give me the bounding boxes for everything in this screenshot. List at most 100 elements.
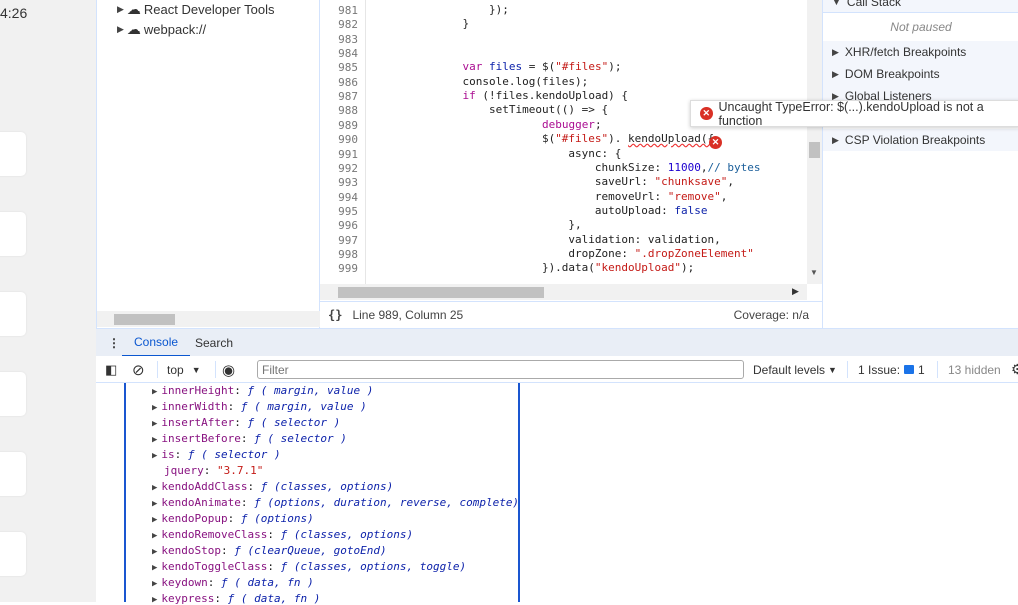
line-number[interactable]: 985 bbox=[320, 61, 358, 74]
expand-icon[interactable]: ▶ bbox=[152, 563, 157, 573]
section-dom-breakpoints[interactable]: ▶ DOM Breakpoints bbox=[823, 63, 1018, 85]
expand-icon: ▶ bbox=[117, 4, 124, 14]
debugger-sidebar: ▼ Call Stack Not paused ▶ XHR/fetch Breakp… bbox=[822, 0, 1018, 328]
expand-icon: ▶ bbox=[117, 24, 124, 34]
console-property-row[interactable]: ▶ kendoAnimate: ƒ (options, duration, rev… bbox=[152, 496, 519, 509]
expand-icon[interactable]: ▶ bbox=[152, 451, 157, 461]
line-number[interactable]: 994 bbox=[320, 191, 358, 204]
line-number[interactable]: 989 bbox=[320, 119, 358, 132]
log-levels-dropdown[interactable]: Default levels ▼ bbox=[753, 356, 837, 383]
line-number[interactable]: 999 bbox=[320, 262, 358, 275]
error-marker-icon[interactable]: ✕ bbox=[709, 136, 722, 149]
console-property-row[interactable]: ▶ insertAfter: ƒ ( selector ) bbox=[152, 416, 340, 429]
line-number[interactable]: 998 bbox=[320, 248, 358, 261]
clear-console-icon[interactable]: ⊘ bbox=[132, 356, 145, 383]
line-number[interactable]: 986 bbox=[320, 76, 358, 89]
code-line: saveUrl: "chunksave", bbox=[383, 175, 735, 189]
not-paused-label: Not paused bbox=[890, 20, 952, 34]
console-property-row[interactable]: ▶ kendoPopup: ƒ (options) bbox=[152, 512, 314, 525]
tab-console[interactable]: Console bbox=[122, 329, 191, 357]
page-card[interactable] bbox=[0, 132, 26, 176]
section-csp-breakpoints[interactable]: ▶ CSP Violation Breakpoints bbox=[823, 129, 1018, 151]
line-number[interactable]: 987 bbox=[320, 90, 358, 103]
clock: 4:26 bbox=[0, 5, 28, 21]
line-number[interactable]: 993 bbox=[320, 176, 358, 189]
page-card[interactable] bbox=[0, 372, 26, 416]
console-property-row[interactable]: ▶ kendoRemoveClass: ƒ (classes, options) bbox=[152, 528, 413, 541]
settings-gear-icon[interactable]: ⚙ bbox=[1011, 356, 1018, 383]
expand-icon[interactable]: ▶ bbox=[152, 387, 157, 397]
expand-icon[interactable]: ▶ bbox=[152, 515, 157, 525]
console-property-row[interactable]: ▶ kendoStop: ƒ (clearQueue, gotoEnd) bbox=[152, 544, 387, 557]
line-number[interactable]: 992 bbox=[320, 162, 358, 175]
live-expression-eye-icon[interactable]: ◉ bbox=[222, 356, 235, 383]
expand-icon[interactable]: ▶ bbox=[152, 483, 157, 493]
expand-icon[interactable]: ▶ bbox=[152, 579, 157, 589]
expand-icon[interactable]: ▶ bbox=[152, 531, 157, 541]
sidebar-toggle-icon[interactable]: ◧ bbox=[105, 356, 117, 383]
line-number[interactable]: 997 bbox=[320, 234, 358, 247]
console-property-row[interactable]: ▶ innerWidth: ƒ ( margin, value ) bbox=[152, 400, 367, 413]
expand-icon[interactable]: ▶ bbox=[152, 403, 157, 413]
filter-input[interactable] bbox=[257, 360, 744, 379]
console-property-row[interactable]: ▶ kendoAddClass: ƒ (classes, options) bbox=[152, 480, 393, 493]
line-number[interactable]: 988 bbox=[320, 104, 358, 117]
code-editor[interactable]: 981 }); 982 } 983 984 985 var files = $("#fi… bbox=[320, 0, 822, 328]
editor-vertical-scrollbar[interactable]: ▼ bbox=[807, 0, 822, 284]
coverage: Coverage: n/a bbox=[733, 308, 809, 322]
code-line: dropZone: ".dropZoneElement" bbox=[383, 246, 754, 260]
issue-icon bbox=[904, 365, 915, 374]
error-tooltip: ✕ Uncaught TypeError: $(...).kendoUpload… bbox=[690, 100, 1018, 128]
hidden-count: 13 hidden bbox=[948, 362, 1001, 377]
code-line: setTimeout(() => { bbox=[383, 103, 609, 117]
console-property-row[interactable]: ▶ innerHeight: ƒ ( margin, value ) bbox=[152, 384, 373, 397]
console-property-row[interactable]: ▶ keypress: ƒ ( data, fn ) bbox=[152, 592, 320, 605]
page-card[interactable] bbox=[0, 452, 26, 496]
code-line: } bbox=[383, 17, 470, 31]
code-line: console.log(files); bbox=[383, 74, 589, 88]
page-card[interactable] bbox=[0, 532, 26, 576]
console-property-row[interactable]: ▶ keydown: ƒ ( data, fn ) bbox=[152, 576, 314, 589]
line-number[interactable]: 990 bbox=[320, 133, 358, 146]
page-background: 4:26 bbox=[0, 0, 96, 602]
drawer-menu-icon[interactable]: ⋮ bbox=[108, 329, 120, 357]
tab-search[interactable]: Search bbox=[195, 329, 233, 357]
expand-icon[interactable]: ▶ bbox=[152, 595, 157, 605]
tree-horizontal-scrollbar[interactable] bbox=[97, 311, 320, 327]
drawer-tab-bar: ⋮ Console Search bbox=[96, 328, 1018, 357]
line-number[interactable]: 996 bbox=[320, 219, 358, 232]
cloud-icon: ☁ bbox=[126, 21, 141, 37]
line-number[interactable]: 995 bbox=[320, 205, 358, 218]
expand-icon[interactable]: ▶ bbox=[152, 499, 157, 509]
code-line: }, bbox=[383, 218, 582, 232]
section-xhr-breakpoints[interactable]: ▶ XHR/fetch Breakpoints bbox=[823, 41, 1018, 63]
call-stack-header[interactable]: ▼ Call Stack bbox=[823, 0, 1018, 13]
context-selector[interactable]: top ▼ bbox=[167, 356, 201, 383]
console-property-row[interactable]: ▶ kendoToggleClass: ƒ (classes, options, … bbox=[152, 560, 466, 573]
pretty-print-icon[interactable]: {} bbox=[328, 308, 342, 322]
tree-item-react-devtools[interactable]: ▶ ☁ React Developer Tools bbox=[117, 1, 274, 18]
console-property-row[interactable]: ▶ insertBefore: ƒ ( selector ) bbox=[152, 432, 347, 445]
line-number[interactable]: 982 bbox=[320, 18, 358, 31]
console-property-row[interactable]: jquery: "3.7.1" bbox=[164, 464, 263, 477]
console-property-row[interactable]: ▶ is: ƒ ( selector ) bbox=[152, 448, 281, 461]
console-output: ▶ innerHeight: ƒ ( margin, value ) ▶ innerW… bbox=[96, 383, 1018, 605]
file-tree: ▶ ☁ React Developer Tools ▶ ☁ webpack:// bbox=[96, 0, 320, 328]
expand-icon[interactable]: ▶ bbox=[152, 419, 157, 429]
editor-horizontal-scrollbar[interactable]: ▶ bbox=[320, 284, 807, 300]
line-number[interactable]: 981 bbox=[320, 4, 358, 17]
tree-item-webpack[interactable]: ▶ ☁ webpack:// bbox=[117, 21, 206, 38]
line-number[interactable]: 984 bbox=[320, 47, 358, 60]
issues-button[interactable]: 1 Issue: 1 bbox=[858, 356, 925, 383]
expand-icon[interactable]: ▶ bbox=[152, 435, 157, 445]
code-line: debugger; bbox=[541, 117, 602, 131]
line-number[interactable]: 983 bbox=[320, 33, 358, 46]
line-number[interactable]: 991 bbox=[320, 148, 358, 161]
code-line: }).data("kendoUpload"); bbox=[383, 261, 695, 275]
code-line: }); bbox=[383, 3, 509, 16]
code-line: removeUrl: "remove", bbox=[383, 189, 728, 203]
page-card[interactable] bbox=[0, 212, 26, 256]
page-card[interactable] bbox=[0, 292, 26, 336]
expand-icon[interactable]: ▶ bbox=[152, 547, 157, 557]
code-line: $("#files"). kendoUpload({ bbox=[383, 132, 715, 146]
